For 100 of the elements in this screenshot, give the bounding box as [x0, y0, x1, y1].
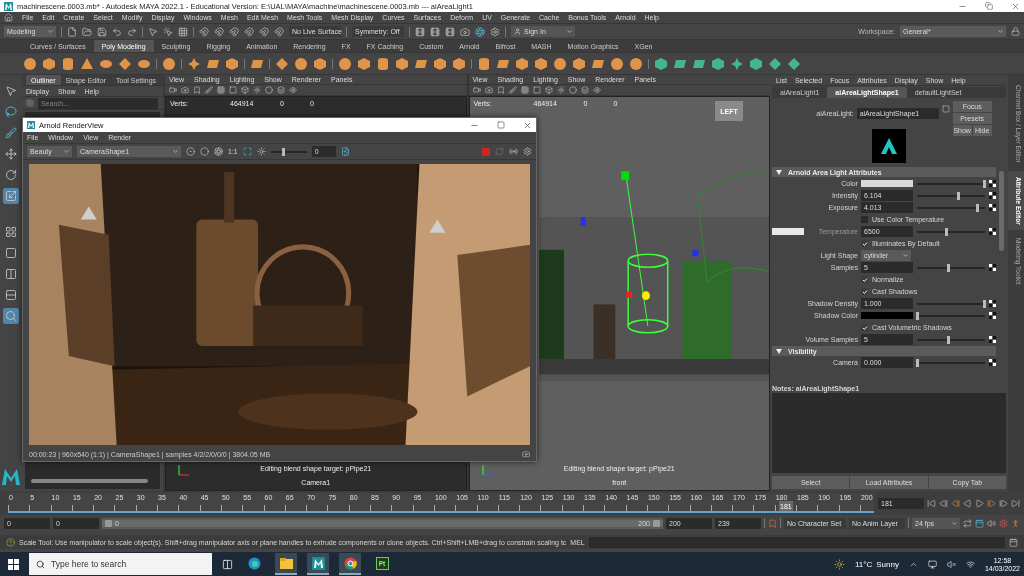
- checkbox[interactable]: [861, 240, 868, 247]
- camera-icon[interactable]: [169, 86, 177, 94]
- sphere-icon[interactable]: [294, 56, 308, 71]
- cone-icon[interactable]: [80, 56, 94, 71]
- lock-icon[interactable]: [1011, 27, 1020, 36]
- slider-thumb[interactable]: [956, 191, 960, 200]
- figure-icon[interactable]: [1011, 518, 1020, 528]
- sphere-icon[interactable]: [265, 86, 273, 94]
- bookmark-icon[interactable]: [193, 86, 201, 94]
- caret-icon[interactable]: [951, 519, 958, 527]
- checker-icon[interactable]: [989, 359, 996, 366]
- eye-icon[interactable]: [592, 86, 601, 94]
- chrome-icon[interactable]: [343, 556, 357, 570]
- redo-icon[interactable]: [127, 26, 137, 37]
- sphere-icon[interactable]: [553, 56, 567, 71]
- key-icon[interactable]: [768, 518, 777, 528]
- scale-icon[interactable]: [5, 190, 17, 202]
- cube-icon[interactable]: [749, 56, 763, 71]
- taskbar-search-field[interactable]: Type here to search: [29, 553, 212, 575]
- cylinder-icon[interactable]: [477, 56, 491, 71]
- two-row-icon[interactable]: [5, 289, 17, 301]
- play-back-icon[interactable]: [963, 498, 972, 508]
- restore-icon[interactable]: [985, 2, 993, 10]
- bookmark-icon[interactable]: [496, 86, 505, 94]
- step-back-icon[interactable]: [939, 498, 948, 508]
- cylinder-icon[interactable]: [376, 56, 390, 71]
- app-icon[interactable]: [311, 556, 325, 570]
- settings-icon[interactable]: [523, 147, 532, 156]
- cube-icon[interactable]: [433, 56, 447, 71]
- speaker-icon[interactable]: [987, 518, 996, 528]
- magnet-icon[interactable]: [229, 26, 239, 37]
- square-icon[interactable]: [229, 86, 237, 94]
- checkbox[interactable]: [861, 216, 868, 223]
- move-icon[interactable]: [5, 148, 17, 160]
- slider-thumb[interactable]: [916, 358, 919, 367]
- cube-icon[interactable]: [241, 86, 249, 94]
- sphere-icon[interactable]: [568, 86, 577, 94]
- select-tool-icon[interactable]: [5, 85, 17, 97]
- range-handle[interactable]: [653, 519, 660, 527]
- sphere-icon[interactable]: [162, 56, 176, 71]
- checker-icon[interactable]: [989, 192, 996, 199]
- checker-icon[interactable]: [989, 204, 996, 211]
- search-icon[interactable]: [5, 310, 17, 322]
- task-view-icon[interactable]: [222, 558, 233, 570]
- magnet-icon[interactable]: [199, 26, 209, 37]
- cylinder-icon[interactable]: [61, 56, 75, 71]
- single-view-icon[interactable]: [5, 247, 17, 259]
- lasso-icon[interactable]: [5, 106, 17, 118]
- home-icon[interactable]: [4, 13, 13, 22]
- maximize-icon[interactable]: [497, 121, 505, 129]
- range-handle[interactable]: [105, 519, 112, 527]
- cube-icon[interactable]: [544, 86, 553, 94]
- command-field[interactable]: [588, 536, 1005, 548]
- caret-icon[interactable]: [566, 28, 573, 35]
- sphere-icon[interactable]: [338, 56, 352, 71]
- skip-forward-icon[interactable]: [1011, 498, 1020, 508]
- cube-icon[interactable]: [225, 56, 239, 71]
- camera-icon[interactable]: [472, 86, 481, 94]
- exposure-icon[interactable]: [256, 147, 266, 156]
- triangle-icon[interactable]: [776, 348, 782, 354]
- diamond-icon[interactable]: [768, 56, 782, 71]
- rotate-icon[interactable]: [5, 169, 17, 181]
- checker-icon[interactable]: [989, 180, 996, 187]
- layout-icon[interactable]: [5, 226, 17, 238]
- color-swatch[interactable]: [861, 312, 913, 319]
- slider-thumb[interactable]: [946, 335, 950, 344]
- checker-icon[interactable]: [989, 264, 996, 271]
- folder-icon[interactable]: [82, 26, 92, 37]
- sphere-icon[interactable]: [610, 56, 624, 71]
- diamond-icon[interactable]: [118, 56, 132, 71]
- frame-icon[interactable]: [242, 147, 252, 156]
- magnet-icon[interactable]: [244, 26, 254, 37]
- circle-icon[interactable]: [200, 147, 209, 156]
- cube-icon[interactable]: [654, 56, 668, 71]
- caret-icon[interactable]: [172, 148, 179, 155]
- cube-icon[interactable]: [534, 56, 548, 71]
- brush-icon[interactable]: [508, 86, 517, 94]
- checkbox[interactable]: [861, 276, 868, 283]
- magnet-icon[interactable]: [214, 26, 224, 37]
- windows-icon[interactable]: [8, 558, 19, 570]
- slider-thumb[interactable]: [975, 203, 979, 212]
- camera-icon[interactable]: [484, 86, 493, 94]
- aperture-icon[interactable]: [475, 26, 485, 37]
- checker-icon[interactable]: [989, 312, 996, 319]
- close-icon[interactable]: [523, 120, 532, 130]
- cube-icon[interactable]: [395, 56, 409, 71]
- caret-icon[interactable]: [63, 148, 70, 155]
- eye-icon[interactable]: [289, 86, 297, 94]
- notes-field[interactable]: [772, 393, 1006, 473]
- two-column-icon[interactable]: [5, 268, 17, 280]
- brush-icon[interactable]: [205, 86, 213, 94]
- brush-icon[interactable]: [5, 127, 17, 139]
- muted-speaker-icon[interactable]: [946, 559, 956, 569]
- slider-thumb[interactable]: [282, 147, 286, 156]
- image-file-icon[interactable]: [340, 147, 350, 156]
- play-icon[interactable]: [975, 498, 984, 508]
- cube-icon[interactable]: [452, 56, 466, 71]
- undo-icon[interactable]: [112, 26, 122, 37]
- cube-icon[interactable]: [572, 56, 586, 71]
- caret-icon[interactable]: [902, 252, 909, 259]
